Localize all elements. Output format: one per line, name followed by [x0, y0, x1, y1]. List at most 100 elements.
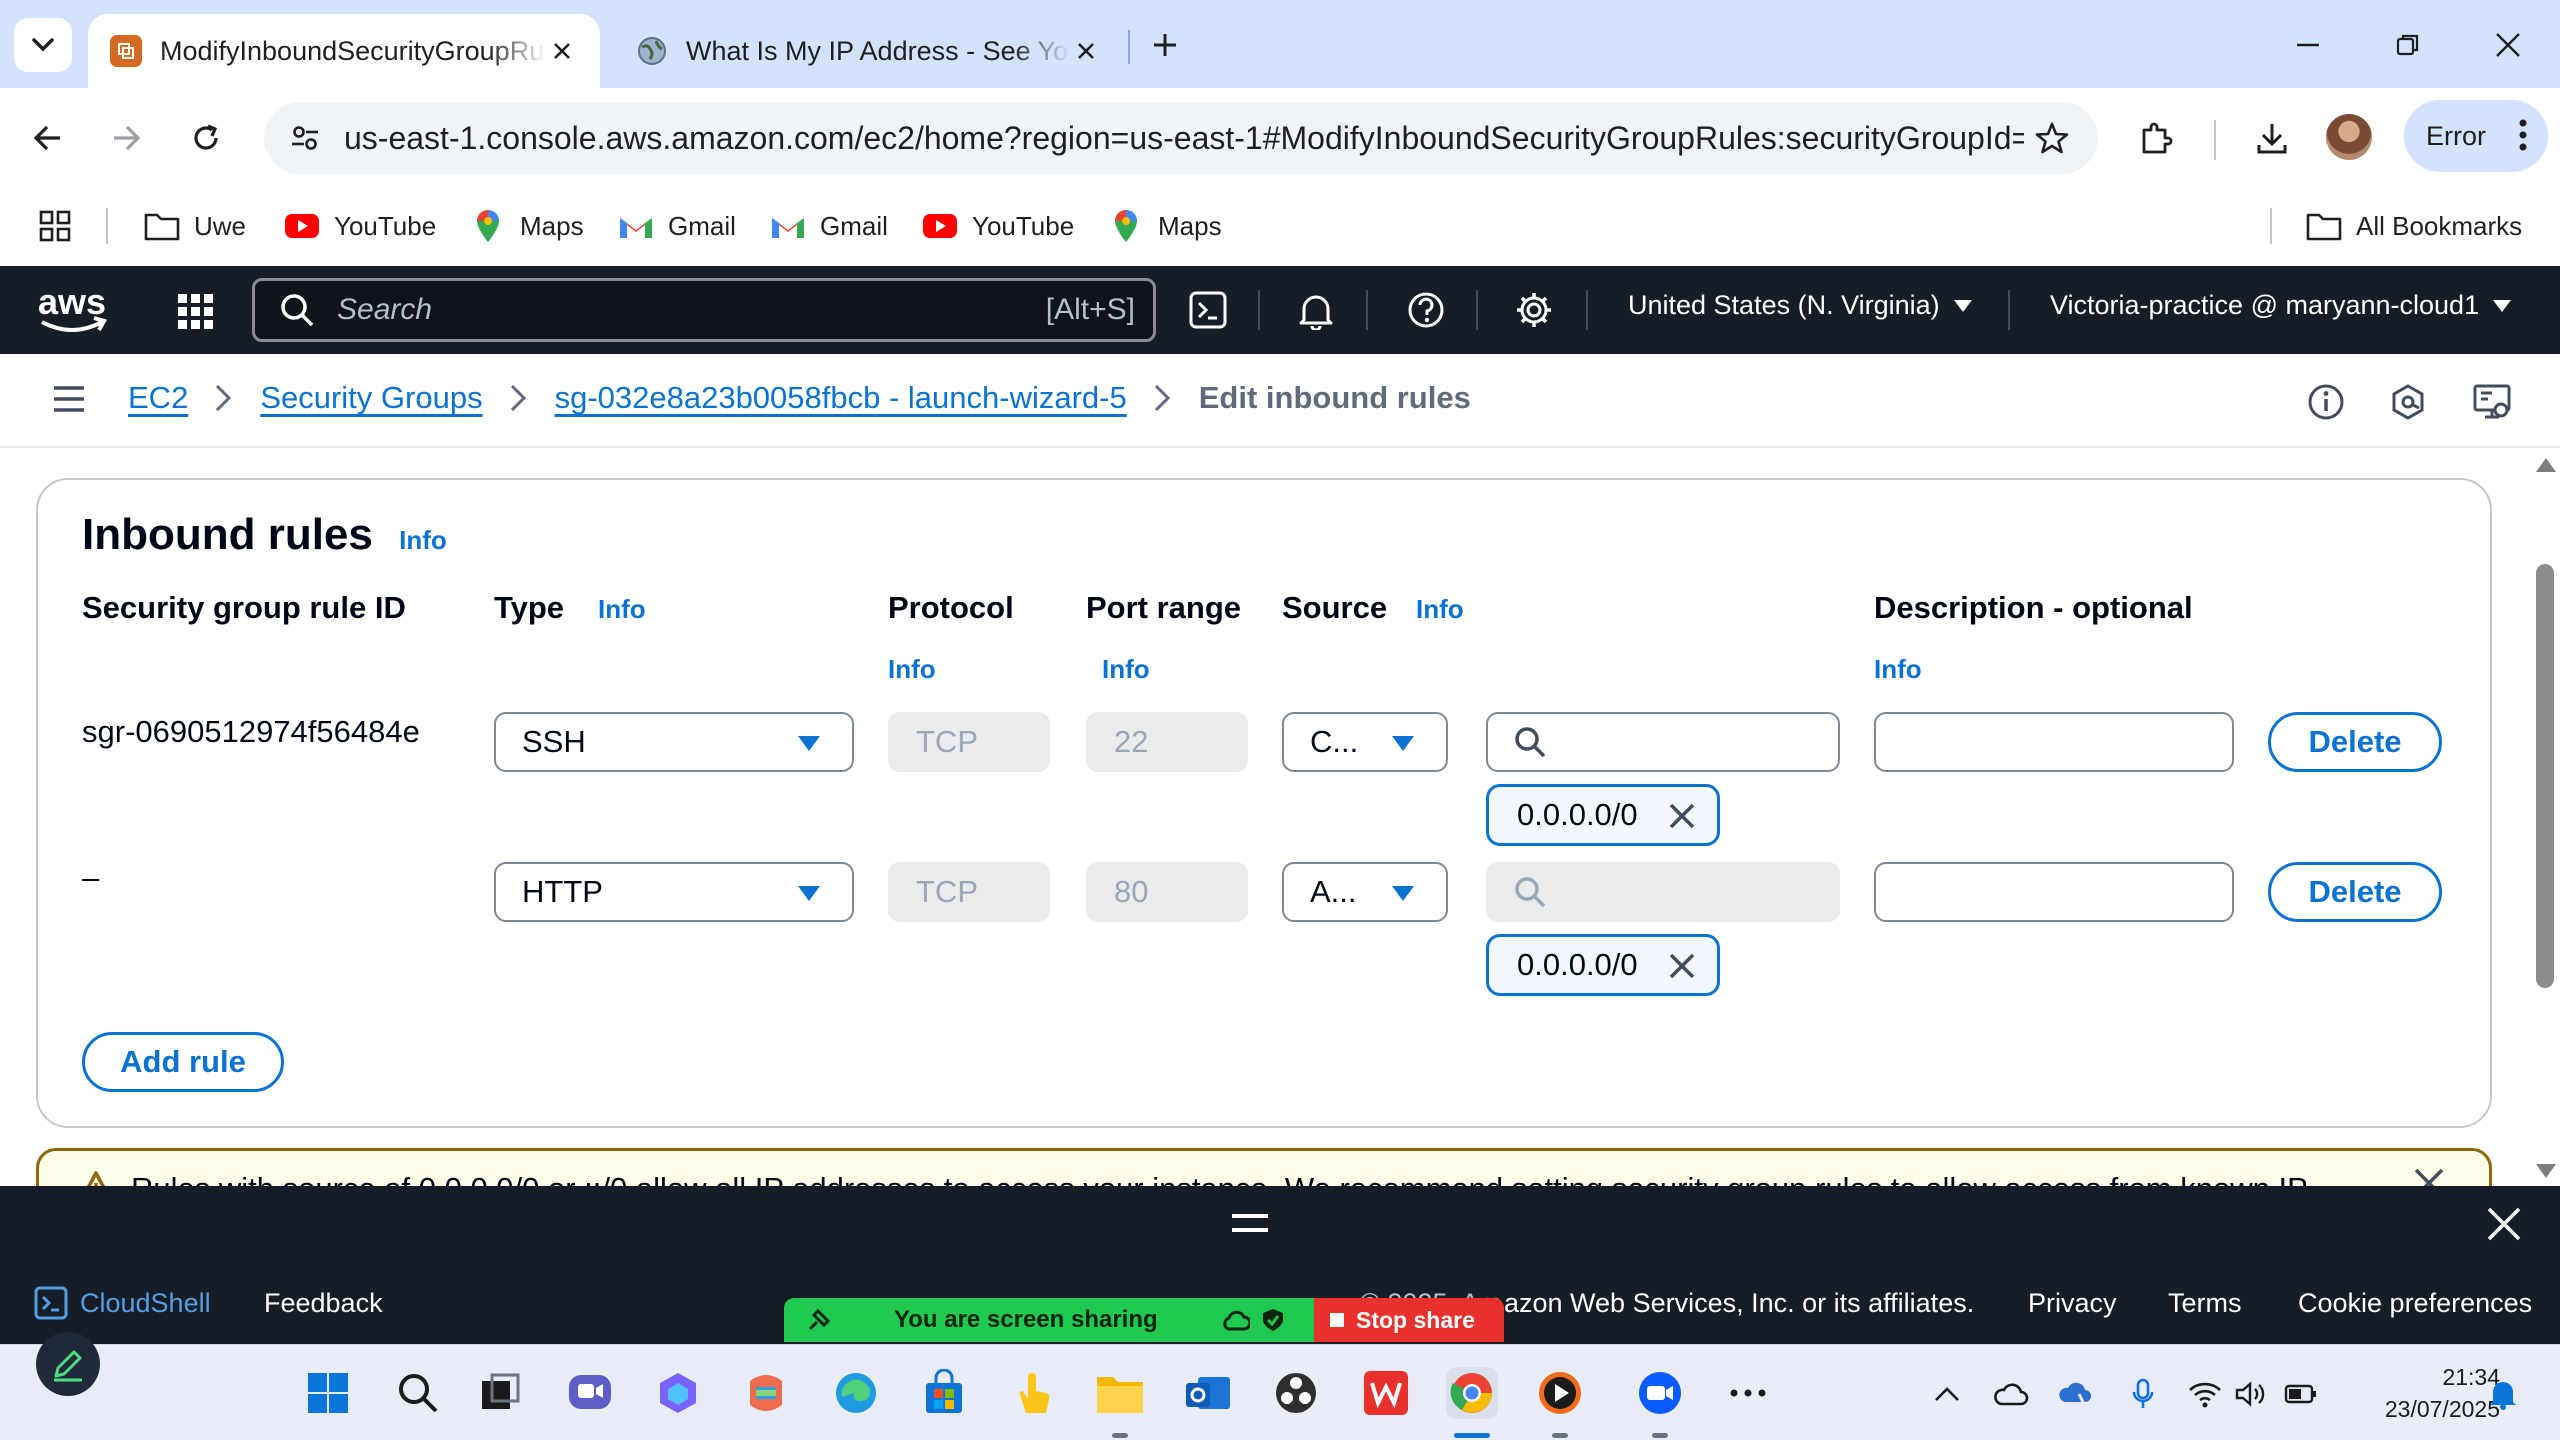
bookmark-maps[interactable]: Maps	[470, 204, 584, 248]
type-select[interactable]: SSH	[494, 712, 854, 772]
extensions-button[interactable]	[2128, 110, 2184, 166]
source-info-link[interactable]: Info	[1416, 594, 1464, 625]
description-input[interactable]	[1874, 862, 2234, 922]
wps-app[interactable]	[1360, 1367, 1412, 1419]
breadcrumb-ec2[interactable]: EC2	[128, 380, 188, 416]
kebab-menu-icon[interactable]	[2518, 118, 2528, 159]
back-button[interactable]	[20, 110, 76, 166]
delete-button[interactable]: Delete	[2268, 862, 2442, 922]
info-panel-icon[interactable]	[2304, 380, 2348, 424]
stop-share-button[interactable]: Stop share	[1314, 1298, 1504, 1342]
drag-handle-icon[interactable]	[1232, 1214, 1268, 1232]
delete-button[interactable]: Delete	[2268, 712, 2442, 772]
breadcrumb-security-group-id[interactable]: sg-032e8a23b0058fbcb - launch-wizard-5	[555, 380, 1127, 416]
notifications-tray[interactable]	[2484, 1375, 2522, 1413]
copilot-app[interactable]	[652, 1367, 704, 1419]
description-info-link[interactable]: Info	[1874, 654, 1922, 685]
account-menu[interactable]: Victoria-practice @ maryann-cloud1	[2050, 290, 2512, 321]
teams-app[interactable]	[564, 1367, 616, 1419]
edge-app[interactable]	[830, 1367, 882, 1419]
scroll-up-arrow-icon[interactable]	[2536, 458, 2556, 472]
region-selector[interactable]: United States (N. Virginia)	[1628, 290, 1972, 321]
bookmark-youtube[interactable]: YouTube	[922, 204, 1074, 248]
taskbar-clock[interactable]: 21:34 23/07/2025	[2330, 1361, 2500, 1425]
restore-button[interactable]	[2378, 18, 2438, 72]
obs-app[interactable]	[1270, 1367, 1322, 1419]
feedback-link[interactable]: Feedback	[264, 1288, 383, 1319]
remove-token-icon[interactable]	[1667, 801, 1697, 831]
downloads-button[interactable]	[2244, 110, 2300, 166]
taskbar-search-button[interactable]	[392, 1367, 444, 1419]
scrollbar-thumb[interactable]	[2536, 564, 2554, 988]
bookmark-maps[interactable]: Maps	[1108, 204, 1222, 248]
profile-error-button[interactable]: Error	[2404, 100, 2548, 172]
services-menu-button[interactable]	[174, 290, 218, 334]
profile-avatar[interactable]	[2326, 114, 2372, 160]
zoom-app[interactable]	[1634, 1367, 1686, 1419]
show-hidden-icons-button[interactable]	[1928, 1375, 1966, 1413]
media-player-app[interactable]	[1534, 1367, 1586, 1419]
microphone-tray[interactable]	[2124, 1375, 2162, 1413]
settings-button[interactable]	[1510, 286, 1558, 334]
info-link[interactable]: Info	[399, 525, 447, 555]
add-rule-button[interactable]: Add rule	[82, 1032, 284, 1092]
battery-tray[interactable]	[2282, 1375, 2320, 1413]
all-bookmarks-button[interactable]: All Bookmarks	[2306, 204, 2522, 248]
cloudshell-button[interactable]	[1184, 286, 1232, 334]
cookie-preferences-link[interactable]: Cookie preferences	[2298, 1288, 2532, 1319]
dismiss-alert-icon[interactable]	[2413, 1167, 2445, 1186]
source-search-input[interactable]	[1486, 712, 1840, 772]
notifications-button[interactable]	[1292, 286, 1340, 334]
bookmark-gmail[interactable]: Gmail	[618, 204, 736, 248]
type-select[interactable]: HTTP	[494, 862, 854, 922]
windows-start-button[interactable]	[302, 1367, 354, 1419]
outlook-app[interactable]	[1182, 1367, 1234, 1419]
pen-workspace-button[interactable]	[36, 1332, 100, 1396]
side-nav-toggle[interactable]	[52, 384, 86, 414]
apps-button[interactable]	[38, 204, 72, 248]
aws-search-input[interactable]: Search [Alt+S]	[252, 278, 1156, 342]
privacy-link[interactable]: Privacy	[2028, 1288, 2117, 1319]
security-hex-icon[interactable]	[2386, 380, 2430, 424]
forward-button[interactable]	[98, 110, 154, 166]
protocol-info-link[interactable]: Info	[888, 654, 936, 685]
task-view-button[interactable]	[474, 1367, 526, 1419]
site-settings-icon[interactable]	[280, 113, 330, 163]
m365-app[interactable]	[740, 1367, 792, 1419]
chrome-app[interactable]	[1446, 1367, 1498, 1419]
page-scrollbar[interactable]	[2530, 450, 2560, 1186]
type-info-link[interactable]: Info	[598, 594, 646, 625]
more-apps-button[interactable]	[1722, 1367, 1774, 1419]
cloudshell-link[interactable]: CloudShell	[34, 1286, 211, 1320]
url-text[interactable]: us-east-1.console.aws.amazon.com/ec2/hom…	[330, 120, 2024, 157]
file-explorer-app[interactable]	[1094, 1367, 1146, 1419]
port-range-info-link[interactable]: Info	[1102, 654, 1150, 685]
address-bar[interactable]: us-east-1.console.aws.amazon.com/ec2/hom…	[264, 102, 2098, 174]
breadcrumb-security-groups[interactable]: Security Groups	[260, 380, 482, 416]
onedrive-business-tray[interactable]	[2056, 1375, 2094, 1413]
source-type-select[interactable]: C...	[1282, 712, 1448, 772]
wifi-tray[interactable]	[2186, 1375, 2224, 1413]
volume-tray[interactable]	[2232, 1375, 2270, 1413]
bookmark-uwe[interactable]: Uwe	[144, 204, 246, 248]
aws-logo[interactable]: aws	[36, 280, 110, 340]
screen-share-status[interactable]: You are screen sharing	[784, 1298, 1314, 1342]
remove-token-icon[interactable]	[1667, 951, 1697, 981]
screen-settings-icon[interactable]	[2470, 380, 2514, 424]
bookmark-youtube[interactable]: YouTube	[284, 204, 436, 248]
new-tab-button[interactable]	[1142, 22, 1188, 68]
tab-search-button[interactable]	[14, 18, 72, 72]
source-type-select[interactable]: A...	[1282, 862, 1448, 922]
minimize-button[interactable]	[2278, 18, 2338, 72]
help-button[interactable]	[1402, 286, 1450, 334]
reload-button[interactable]	[178, 110, 234, 166]
browser-tab-active[interactable]: ModifyInboundSecurityGroupRules	[88, 14, 600, 88]
bookmark-star-icon[interactable]	[2024, 110, 2080, 166]
description-input[interactable]	[1874, 712, 2234, 772]
tab-close-icon[interactable]	[546, 35, 578, 67]
store-app[interactable]	[918, 1367, 970, 1419]
bookmark-gmail[interactable]: Gmail	[770, 204, 888, 248]
tab-close-icon[interactable]	[1070, 35, 1102, 67]
browser-tab[interactable]: What Is My IP Address - See Your	[614, 14, 1124, 88]
terms-link[interactable]: Terms	[2168, 1288, 2242, 1319]
